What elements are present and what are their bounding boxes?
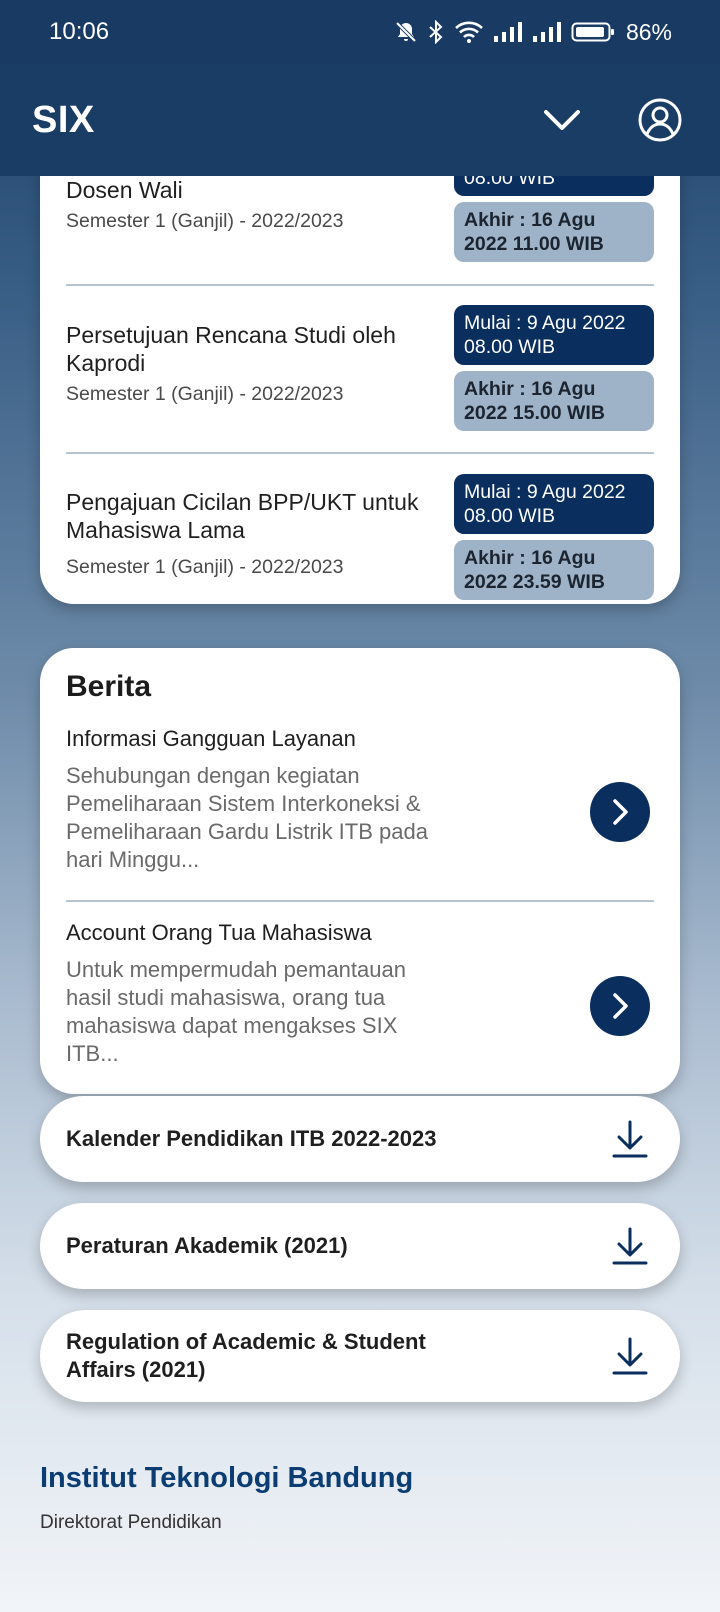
download-card-regulation[interactable]: Regulation of Academic & Student Affairs… [40, 1310, 680, 1402]
end-date-badge: Akhir : 16 Agu 2022 15.00 WIB [454, 371, 654, 431]
schedule-item-title: Persetujuan Rencana Studi oleh Kaprodi [66, 322, 396, 376]
start-date-badge: Mulai : 9 Agu 2022 08.00 WIB [454, 176, 654, 196]
schedule-item[interactable]: Persetujuan Rencana Studi oleh Dosen Wal… [66, 176, 654, 262]
profile-icon [638, 98, 682, 142]
schedule-item-title: Persetujuan Rencana Studi oleh Dosen Wal… [66, 177, 183, 203]
download-label: Kalender Pendidikan ITB 2022-2023 [66, 1126, 437, 1151]
bell-muted-icon [394, 20, 418, 44]
app-bar: SIX [0, 64, 720, 176]
end-date-badge: Akhir : 16 Agu 2022 11.00 WIB [454, 202, 654, 262]
divider [66, 452, 654, 454]
chevron-right-icon [613, 799, 628, 825]
signal-icon [532, 20, 562, 44]
download-card-kalender[interactable]: Kalender Pendidikan ITB 2022-2023 [40, 1096, 680, 1182]
start-date-badge: Mulai : 9 Agu 2022 08.00 WIB [454, 305, 654, 365]
profile-button[interactable] [632, 92, 688, 148]
status-time: 10:06 [49, 18, 110, 45]
schedule-card: Persetujuan Rencana Studi oleh Dosen Wal… [40, 176, 680, 604]
status-icons: 86% [394, 19, 672, 46]
news-heading: Berita [66, 670, 152, 703]
start-date-badge: Mulai : 9 Agu 2022 08.00 WIB [454, 474, 654, 534]
wifi-icon [454, 20, 484, 44]
news-item[interactable]: Informasi Gangguan Layanan Sehubungan de… [66, 726, 654, 886]
battery-icon [571, 20, 615, 44]
chevron-right-icon [613, 993, 628, 1019]
news-item-title: Informasi Gangguan Layanan [66, 726, 356, 751]
download-icon [612, 1227, 648, 1265]
schedule-item[interactable]: Persetujuan Rencana Studi oleh Kaprodi S… [66, 305, 654, 431]
news-item-title: Account Orang Tua Mahasiswa [66, 920, 372, 945]
signal-icon [493, 20, 523, 44]
news-card: Berita Informasi Gangguan Layanan Sehubu… [40, 648, 680, 1094]
download-label: Regulation of Academic & Student Affairs… [66, 1329, 426, 1382]
divider [66, 900, 654, 902]
content-scroll-area[interactable]: Persetujuan Rencana Studi oleh Dosen Wal… [0, 176, 720, 1612]
footer-subtitle: Direktorat Pendidikan [40, 1512, 222, 1533]
download-card-peraturan[interactable]: Peraturan Akademik (2021) [40, 1203, 680, 1289]
download-label: Peraturan Akademik (2021) [66, 1233, 348, 1258]
divider [66, 284, 654, 286]
news-item[interactable]: Account Orang Tua Mahasiswa Untuk memper… [66, 920, 654, 1080]
news-open-button[interactable] [590, 782, 650, 842]
battery-percent: 86% [625, 18, 672, 45]
app-title: SIX [32, 98, 95, 141]
news-item-summary: Untuk mempermudah pemantauan hasil studi… [66, 957, 406, 1066]
schedule-item[interactable]: Pengajuan Cicilan BPP/UKT untuk Mahasisw… [66, 474, 654, 600]
download-icon [612, 1337, 648, 1375]
status-bar: 10:06 86% [0, 0, 720, 64]
bluetooth-icon [427, 20, 445, 44]
news-open-button[interactable] [590, 976, 650, 1036]
schedule-item-title: Pengajuan Cicilan BPP/UKT untuk Mahasisw… [66, 489, 419, 543]
end-date-badge: Akhir : 16 Agu 2022 23.59 WIB [454, 540, 654, 600]
chevron-down-icon [544, 110, 580, 130]
footer-title: Institut Teknologi Bandung [40, 1462, 414, 1494]
news-item-summary: Sehubungan dengan kegiatan Pemeliharaan … [66, 763, 428, 872]
chevron-down-button[interactable] [534, 92, 590, 148]
download-icon [612, 1120, 648, 1158]
